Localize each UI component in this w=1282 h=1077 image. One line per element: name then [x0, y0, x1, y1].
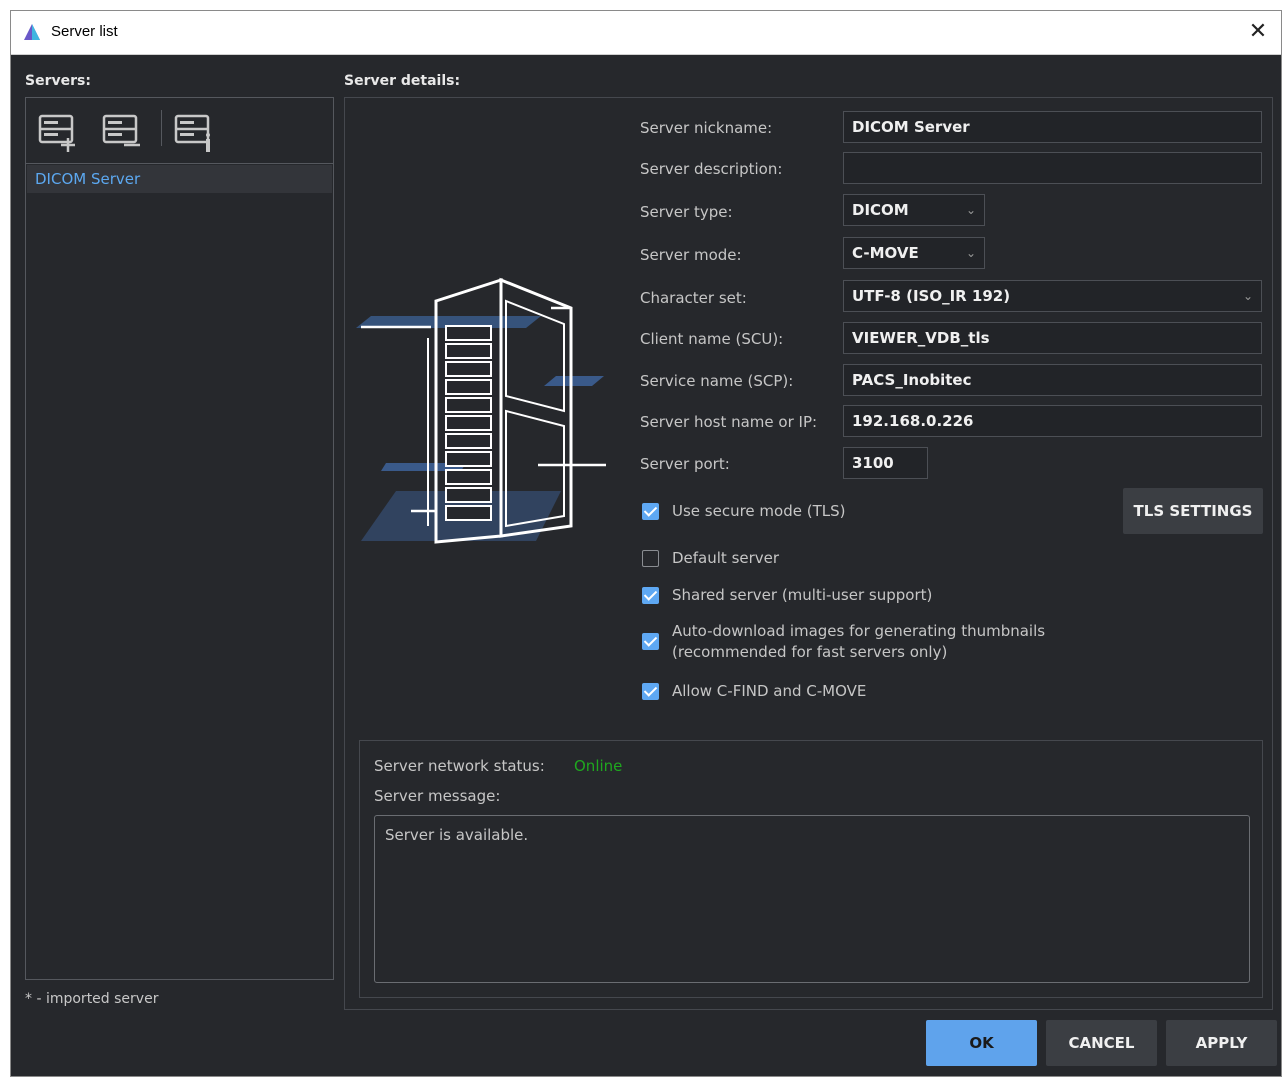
server-status-box: Server network status: Online Server mes… — [359, 740, 1263, 998]
description-input[interactable] — [843, 152, 1262, 184]
server-info-icon[interactable] — [170, 106, 218, 154]
title-bar: Server list ✕ — [11, 11, 1281, 55]
client-name-input[interactable]: VIEWER_VDB_tls — [843, 322, 1262, 354]
shared-server-checkbox[interactable] — [642, 587, 659, 604]
server-message-area[interactable]: Server is available. — [374, 815, 1250, 983]
network-status-value: Online — [574, 757, 623, 775]
service-name-label: Service name (SCP): — [640, 372, 794, 390]
close-icon[interactable]: ✕ — [1243, 17, 1273, 47]
ok-button[interactable]: OK — [926, 1020, 1037, 1066]
network-status-label: Server network status: — [374, 757, 545, 775]
port-input[interactable]: 3100 — [843, 447, 928, 479]
toolbar-separator — [161, 110, 162, 146]
chevron-down-icon: ⌄ — [965, 246, 976, 260]
server-type-label: Server type: — [640, 203, 733, 221]
autodownload-label-line1: Auto-download images for generating thum… — [672, 622, 1046, 640]
tls-settings-button[interactable]: TLS SETTINGS — [1123, 488, 1263, 534]
default-server-checkbox[interactable] — [642, 550, 659, 567]
chevron-down-icon: ⌄ — [1242, 289, 1253, 303]
window-title: Server list — [51, 23, 118, 40]
server-list-item[interactable]: DICOM Server — [27, 165, 332, 193]
charset-value: UTF-8 (ISO_IR 192) — [852, 287, 1011, 305]
nickname-input[interactable]: DICOM Server — [843, 111, 1262, 143]
allow-cfind-checkbox[interactable] — [642, 683, 659, 700]
cancel-button[interactable]: CANCEL — [1046, 1020, 1157, 1066]
tls-checkbox-label: Use secure mode (TLS) — [672, 502, 846, 520]
app-logo-icon — [24, 24, 40, 40]
server-type-select[interactable]: DICOM ⌄ — [843, 194, 985, 226]
server-mode-select[interactable]: C-MOVE ⌄ — [843, 237, 985, 269]
server-list-dialog: Server list ✕ Servers: DICOM Server * - … — [10, 10, 1282, 1077]
allow-cfind-label: Allow C-FIND and C-MOVE — [672, 682, 867, 700]
servers-panel: DICOM Server — [25, 97, 334, 980]
client-name-label: Client name (SCU): — [640, 330, 784, 348]
port-label: Server port: — [640, 455, 730, 473]
server-rack-illustration — [356, 277, 606, 544]
host-label: Server host name or IP: — [640, 413, 818, 431]
server-mode-value: C-MOVE — [852, 244, 919, 262]
apply-button[interactable]: APPLY — [1166, 1020, 1277, 1066]
nickname-label: Server nickname: — [640, 119, 773, 137]
remove-server-icon[interactable] — [98, 106, 146, 154]
service-name-input[interactable]: PACS_Inobitec — [843, 364, 1262, 396]
chevron-down-icon: ⌄ — [965, 203, 976, 217]
add-server-icon[interactable] — [34, 106, 82, 154]
charset-select[interactable]: UTF-8 (ISO_IR 192) ⌄ — [843, 280, 1262, 312]
servers-toolbar — [26, 98, 333, 164]
tls-checkbox[interactable] — [642, 503, 659, 520]
charset-label: Character set: — [640, 289, 747, 307]
server-details-heading: Server details: — [344, 73, 461, 89]
servers-heading: Servers: — [25, 73, 91, 89]
server-type-value: DICOM — [852, 201, 909, 219]
autodownload-label-line2: (recommended for fast servers only) — [672, 643, 948, 661]
shared-server-label: Shared server (multi-user support) — [672, 586, 933, 604]
autodownload-checkbox[interactable] — [642, 633, 659, 650]
imported-server-footnote: * - imported server — [25, 991, 159, 1007]
server-message-label: Server message: — [374, 787, 501, 805]
description-label: Server description: — [640, 160, 783, 178]
default-server-label: Default server — [672, 549, 780, 567]
server-mode-label: Server mode: — [640, 246, 742, 264]
host-input[interactable]: 192.168.0.226 — [843, 405, 1262, 437]
